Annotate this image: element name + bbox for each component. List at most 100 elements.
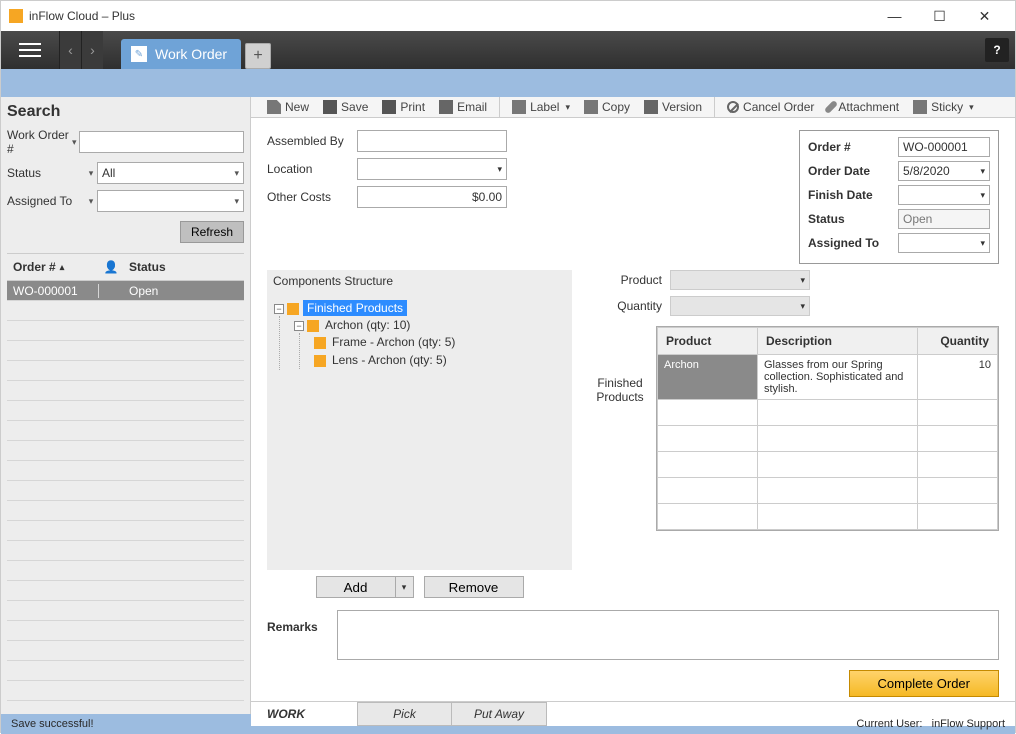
order-no-label: Order # <box>808 140 898 154</box>
cancel-icon <box>727 101 739 113</box>
complete-order-button[interactable]: Complete Order <box>849 670 999 697</box>
tab-put-away[interactable]: Put Away <box>452 702 547 726</box>
table-row[interactable] <box>658 504 998 530</box>
assigned-to-label: Assigned To <box>7 194 85 208</box>
tab-work-order[interactable]: ✎ Work Order <box>121 39 241 69</box>
stage-label: WORK <box>267 707 357 721</box>
assigned-combo[interactable]: ▾ <box>97 190 244 212</box>
assigned-filter-menu[interactable]: ▾ <box>85 196 97 207</box>
work-order-input[interactable] <box>79 131 244 153</box>
status-filter-menu[interactable]: ▾ <box>85 168 97 179</box>
col-description[interactable]: Description <box>758 328 918 355</box>
order-date-picker[interactable]: 5/8/2020▾ <box>898 161 990 181</box>
window-close-button[interactable]: ✕ <box>962 1 1007 31</box>
cell-product: Archon <box>658 355 758 400</box>
print-icon <box>382 100 396 114</box>
remarks-input[interactable] <box>337 610 999 660</box>
status-combo[interactable]: All ▾ <box>97 162 244 184</box>
tree-node-lens[interactable]: Lens - Archon (qty: 5) <box>314 351 565 369</box>
order-summary-panel: Order #WO-000001 Order Date5/8/2020▾ Fin… <box>799 130 999 264</box>
new-button[interactable]: New <box>261 98 315 116</box>
chevron-down-icon: ▾ <box>234 196 239 207</box>
quantity-combo[interactable]: ▾ <box>670 296 810 316</box>
version-icon <box>644 100 658 114</box>
table-row[interactable] <box>658 478 998 504</box>
order-status-label: Status <box>808 212 898 226</box>
menu-button[interactable] <box>1 31 59 69</box>
attachment-icon <box>824 100 838 114</box>
copy-button[interactable]: Copy <box>578 98 636 116</box>
assembled-by-input[interactable] <box>357 130 507 152</box>
work-order-filter-menu[interactable]: ▾ <box>69 137 79 148</box>
nav-back-button[interactable]: ‹ <box>59 31 81 69</box>
topbar: ‹ › ✎ Work Order + ? <box>1 31 1015 69</box>
tree-node-archon[interactable]: −Archon (qty: 10) Frame - Archon (qty: 5… <box>294 316 565 370</box>
search-heading: Search <box>7 103 244 121</box>
components-tree[interactable]: −Finished Products −Archon (qty: 10) Fra… <box>267 292 572 570</box>
help-button[interactable]: ? <box>985 38 1009 62</box>
table-row[interactable] <box>658 400 998 426</box>
refresh-button[interactable]: Refresh <box>180 221 244 243</box>
finished-products-label: Finished Products <box>590 326 650 404</box>
col-status-label[interactable]: Status <box>123 260 244 274</box>
other-costs-label: Other Costs <box>267 190 357 204</box>
add-button[interactable]: Add <box>316 576 396 598</box>
tree-node-finished-products[interactable]: −Finished Products −Archon (qty: 10) Fra… <box>274 299 565 371</box>
finish-date-picker[interactable]: ▾ <box>898 185 990 205</box>
order-assigned-combo[interactable]: ▾ <box>898 233 990 253</box>
tab-pick[interactable]: Pick <box>357 702 452 726</box>
new-tab-button[interactable]: + <box>245 43 271 69</box>
product-combo[interactable]: ▾ <box>670 270 810 290</box>
nav-forward-button[interactable]: › <box>81 31 103 69</box>
print-button[interactable]: Print <box>376 98 431 116</box>
remove-button[interactable]: Remove <box>424 576 524 598</box>
status-combo-value: All <box>102 166 115 180</box>
order-date-label: Order Date <box>808 164 898 178</box>
sticky-icon <box>913 100 927 114</box>
results-list[interactable]: WO-000001 Open <box>7 281 244 714</box>
chevron-down-icon: ▾ <box>980 166 985 177</box>
add-split-button[interactable]: ▾ <box>396 576 414 598</box>
finished-products-table[interactable]: Product Description Quantity Archon Glas… <box>656 326 999 531</box>
version-button[interactable]: Version <box>638 98 708 116</box>
table-row[interactable]: Archon Glasses from our Spring collectio… <box>658 355 998 400</box>
box-icon <box>307 320 319 332</box>
chevron-down-icon: ▾ <box>969 102 974 113</box>
box-icon <box>287 303 299 315</box>
sort-asc-icon: ▴ <box>60 262 65 273</box>
result-order: WO-000001 <box>7 284 99 298</box>
tree-node-frame[interactable]: Frame - Archon (qty: 5) <box>314 333 565 351</box>
table-row[interactable] <box>658 452 998 478</box>
window-minimize-button[interactable]: — <box>872 1 917 31</box>
tree-collapse-icon[interactable]: − <box>294 321 304 331</box>
window-title: inFlow Cloud – Plus <box>29 9 135 23</box>
cell-description: Glasses from our Spring collection. Soph… <box>758 355 918 400</box>
search-sidebar: Search Work Order # ▾ Status ▾ All ▾ Ass… <box>1 97 251 714</box>
col-quantity[interactable]: Quantity <box>918 328 998 355</box>
email-button[interactable]: Email <box>433 98 493 116</box>
person-icon[interactable]: 👤 <box>104 260 119 274</box>
titlebar: inFlow Cloud – Plus — ☐ ✕ <box>1 1 1015 31</box>
chevron-down-icon: ▾ <box>980 238 985 249</box>
work-order-label: Work Order # <box>7 128 69 156</box>
col-order-label[interactable]: Order # <box>13 260 56 274</box>
result-row[interactable]: WO-000001 Open <box>7 281 244 301</box>
chevron-down-icon: ▾ <box>980 190 985 201</box>
table-row[interactable] <box>658 426 998 452</box>
work-order-icon: ✎ <box>131 46 147 62</box>
save-button[interactable]: Save <box>317 98 374 116</box>
file-icon <box>267 100 281 114</box>
label-button[interactable]: Label▾ <box>506 98 576 116</box>
sticky-button[interactable]: Sticky▾ <box>907 98 980 116</box>
attachment-button[interactable]: Attachment <box>822 98 905 116</box>
content-area: New Save Print Email Label▾ Copy Version… <box>251 97 1015 714</box>
order-no-value[interactable]: WO-000001 <box>898 137 990 157</box>
results-header: Order # ▴ 👤 Status <box>7 253 244 281</box>
other-costs-input[interactable]: $0.00 <box>357 186 507 208</box>
window-maximize-button[interactable]: ☐ <box>917 1 962 31</box>
location-combo[interactable]: ▾ <box>357 158 507 180</box>
col-product[interactable]: Product <box>658 328 758 355</box>
finish-date-label: Finish Date <box>808 188 898 202</box>
tree-collapse-icon[interactable]: − <box>274 304 284 314</box>
cancel-order-button[interactable]: Cancel Order <box>721 98 820 116</box>
